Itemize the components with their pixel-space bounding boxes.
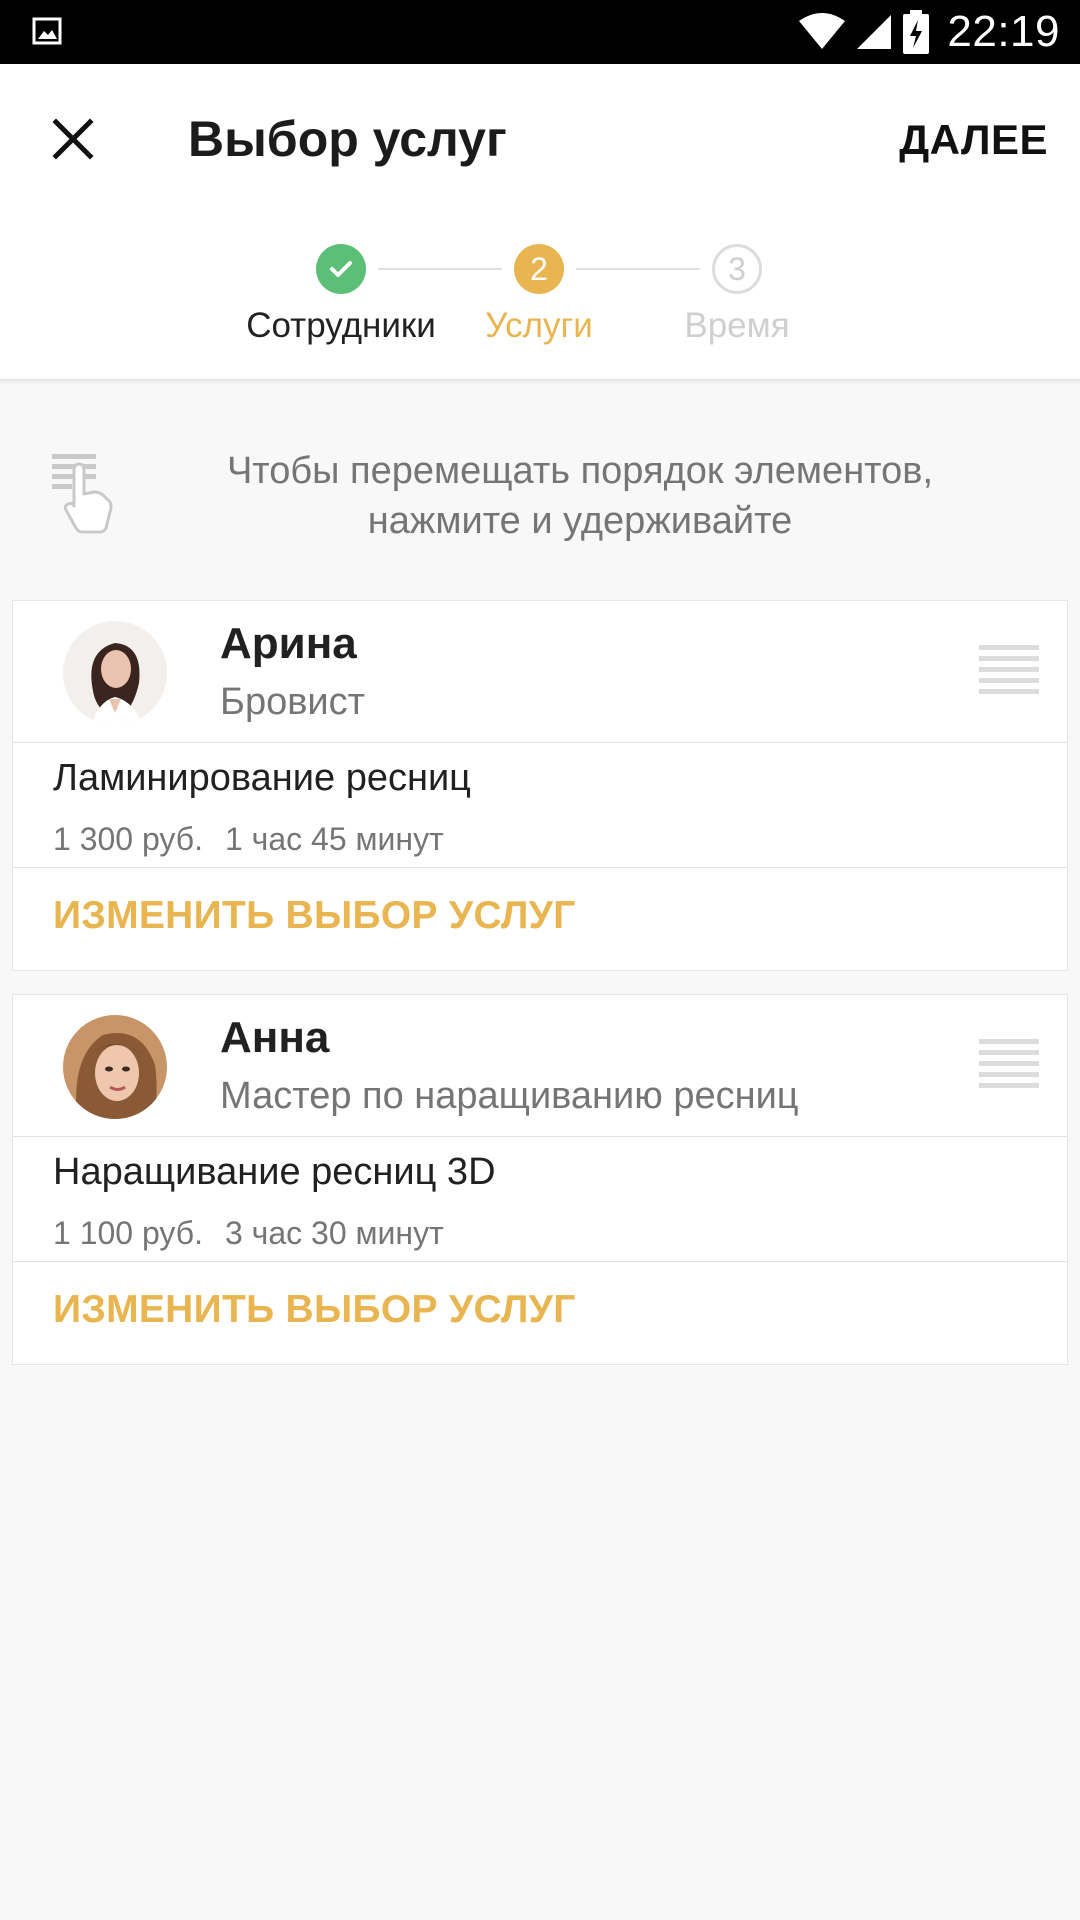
change-services-label: ИЗМЕНИТЬ ВЫБОР УСЛУГ bbox=[53, 894, 576, 937]
employee-role: Мастер по наращиванию ресниц bbox=[220, 1075, 799, 1117]
service-price: 1 100 руб. bbox=[53, 1215, 203, 1251]
employee-role: Бровист bbox=[220, 681, 366, 723]
wifi-icon bbox=[799, 13, 846, 49]
app-bar: Выбор услуг ДАЛЕЕ bbox=[0, 64, 1080, 214]
service-meta: 1 100 руб. 3 час 30 минут bbox=[53, 1215, 444, 1252]
reorder-hint-line: Чтобы перемещать порядок элементов, bbox=[226, 450, 934, 492]
step-label-time: Время bbox=[684, 306, 790, 345]
employee-header: Арина Бровист bbox=[13, 601, 1067, 743]
battery-charging-icon bbox=[903, 10, 930, 54]
service-item: Наращивание ресниц 3D 1 100 руб. 3 час 30… bbox=[13, 1137, 1067, 1262]
stepper: 2 3 Сотрудники Услуги Время bbox=[0, 214, 1080, 380]
service-duration: 1 час 45 минут bbox=[224, 821, 444, 857]
reorder-hint-line: нажмите и удерживайте bbox=[367, 500, 793, 542]
step-marker-services: 2 bbox=[514, 244, 564, 294]
close-icon[interactable] bbox=[44, 110, 102, 168]
service-meta: 1 300 руб. 1 час 45 минут bbox=[53, 821, 444, 858]
service-price: 1 300 руб. bbox=[53, 821, 203, 857]
avatar bbox=[63, 621, 167, 725]
step-connector bbox=[378, 268, 502, 270]
drag-handle-icon[interactable] bbox=[979, 645, 1039, 697]
service-item: Ламинирование ресниц 1 300 руб. 1 час 45 … bbox=[13, 743, 1067, 868]
clock: 22:19 bbox=[947, 7, 1060, 56]
image-icon bbox=[32, 17, 62, 45]
page-title: Выбор услуг bbox=[188, 111, 507, 167]
next-button[interactable]: ДАЛЕЕ bbox=[899, 116, 1048, 164]
employee-name: Анна bbox=[220, 1013, 330, 1062]
drag-handle-icon[interactable] bbox=[979, 1039, 1039, 1091]
service-duration: 3 час 30 минут bbox=[224, 1215, 444, 1251]
service-name: Наращивание ресниц 3D bbox=[53, 1151, 496, 1193]
change-services-label: ИЗМЕНИТЬ ВЫБОР УСЛУГ bbox=[53, 1288, 576, 1331]
change-services-button[interactable]: ИЗМЕНИТЬ ВЫБОР УСЛУГ bbox=[13, 1262, 1067, 1364]
touch-hold-icon bbox=[52, 454, 113, 534]
step-done-check-icon bbox=[316, 244, 366, 294]
reorder-hint: Чтобы перемещать порядок элементов, нажм… bbox=[160, 446, 1000, 546]
signal-icon bbox=[857, 15, 892, 49]
service-name: Ламинирование ресниц bbox=[53, 757, 471, 799]
employee-card: Анна Мастер по наращиванию ресниц Наращи… bbox=[12, 994, 1068, 1365]
employee-name: Арина bbox=[220, 619, 357, 668]
step-marker-time: 3 bbox=[712, 244, 762, 294]
step-connector bbox=[576, 268, 700, 270]
avatar bbox=[63, 1015, 167, 1119]
change-services-button[interactable]: ИЗМЕНИТЬ ВЫБОР УСЛУГ bbox=[13, 868, 1067, 970]
status-bar: 22:19 bbox=[0, 0, 1080, 64]
employee-card: Арина Бровист Ламинирование ресниц 1 300… bbox=[12, 600, 1068, 971]
employee-header: Анна Мастер по наращиванию ресниц bbox=[13, 995, 1067, 1137]
